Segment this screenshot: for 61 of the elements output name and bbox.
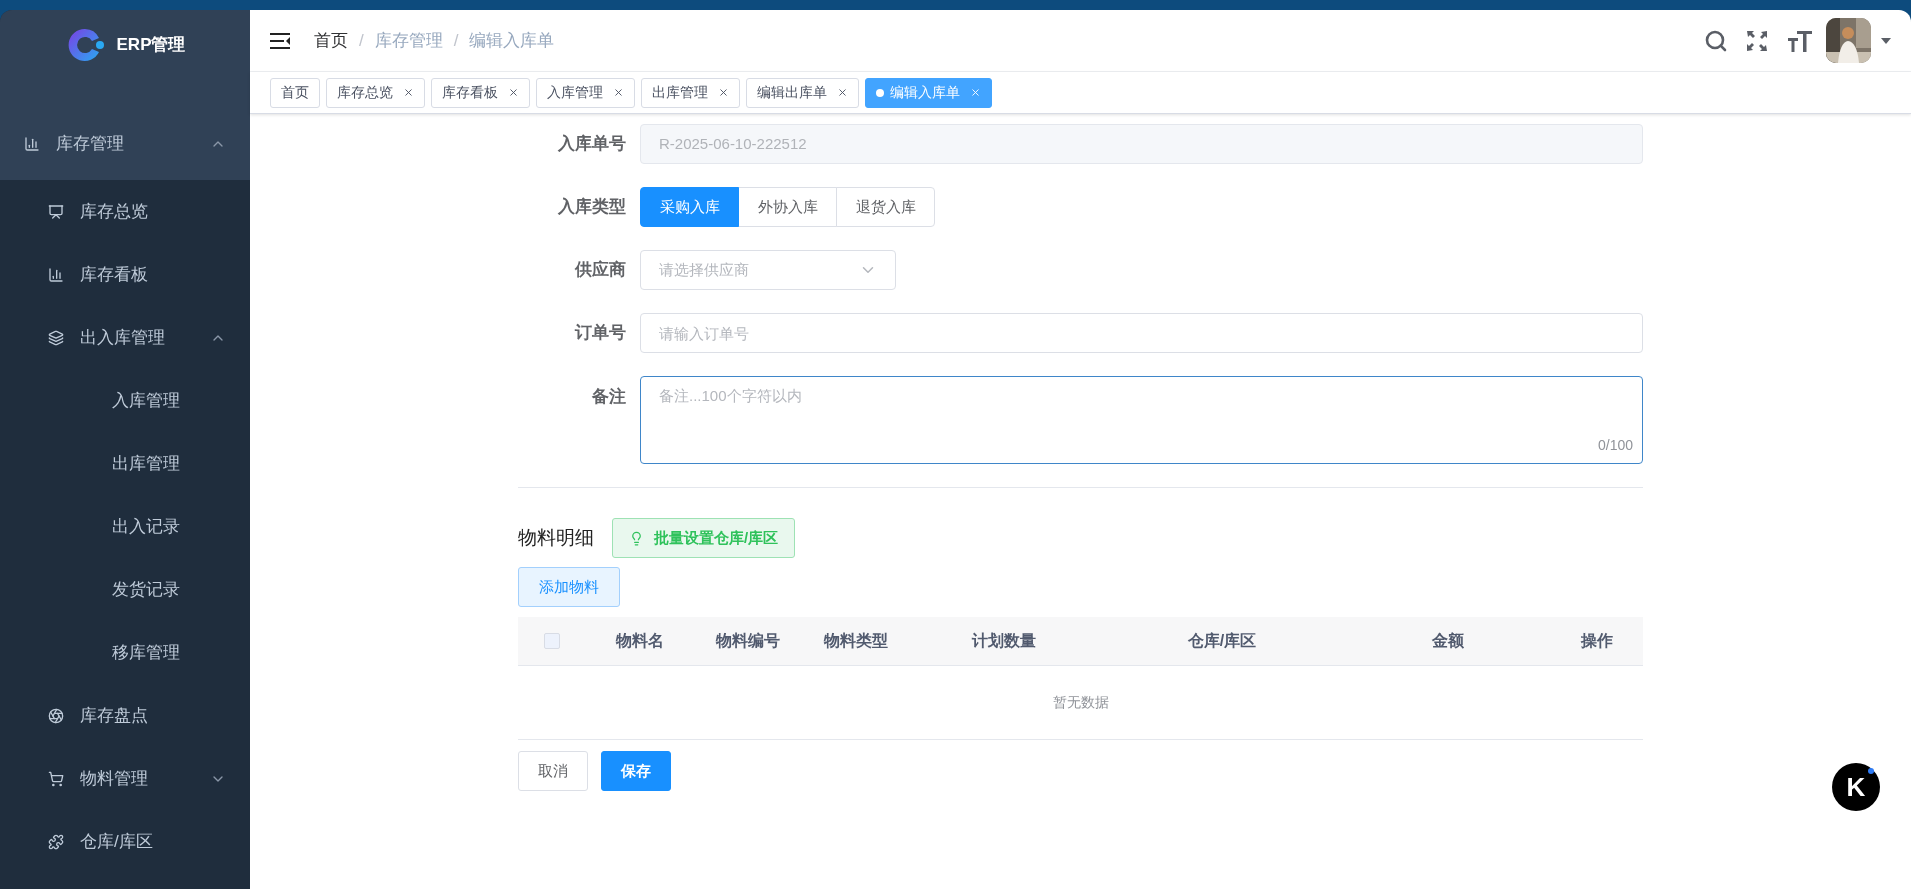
submenu-item[interactable]: 入库管理 [0,369,250,432]
lightbulb-icon [629,530,644,546]
field-label: 订单号 [573,322,627,345]
tab[interactable]: 出库管理 [641,77,740,108]
search-icon[interactable] [1704,28,1728,53]
close-icon[interactable] [403,87,414,98]
submenu-item[interactable]: 出库管理 [0,432,250,495]
menu-group[interactable]: 库存管理 [0,108,250,180]
column-header: 金额 [1432,631,1464,651]
bar-chart-icon [24,136,40,152]
menu-item[interactable]: 物料管理 [0,747,250,810]
column-header: 物料编号 [716,631,780,651]
section-title: 物料明细 [518,525,594,550]
bar-chart-icon [48,266,64,283]
empty-text: 暂无数据 [1052,693,1109,712]
breadcrumb-item[interactable]: 首页 [314,27,348,54]
menu-item[interactable]: 库存看板 [0,243,250,306]
checkbox[interactable] [544,633,560,649]
close-icon[interactable] [837,87,848,98]
submenu-item[interactable]: 发货记录 [0,558,250,621]
menu-item[interactable]: 仓库/库区 [0,810,250,873]
column-header: 计划数量 [972,631,1036,651]
close-icon[interactable] [613,87,624,98]
tab[interactable]: 入库管理 [536,77,635,108]
field-label: 备注 [591,386,627,408]
field-label: 入库类型 [557,196,627,219]
column-header: 物料类型 [824,631,888,651]
breadcrumb-item: 编辑入库单 [469,29,555,52]
tab[interactable]: 首页 [270,77,320,108]
tab[interactable]: 编辑出库单 [746,77,859,108]
submenu-item[interactable]: 移库管理 [0,621,250,684]
breadcrumb-separator: / [453,29,459,52]
menu-item[interactable]: 出入库管理 [0,306,250,369]
layers-icon [48,329,64,346]
text-size-icon[interactable] [1788,29,1812,52]
radio-button[interactable]: 外协入库 [738,187,837,227]
menu-item[interactable]: 库存总览 [0,180,250,243]
close-icon[interactable] [718,87,729,98]
menu-item[interactable]: 库存盘点 [0,684,250,747]
cart-icon [48,770,64,787]
brand-name: ERP管理 [116,34,186,57]
radio-button[interactable]: 退货入库 [836,187,935,227]
cancel-button[interactable]: 取消 [518,751,588,791]
input-field[interactable]: 请输入订单号 [640,313,1643,353]
puzzle-icon [48,833,64,850]
menu-fold-icon[interactable] [270,31,292,50]
character-counter: 0/100 [1597,436,1633,455]
column-header: 物料名 [616,631,664,651]
aperture-icon [48,707,64,724]
monitor-chart-icon [48,203,64,220]
field-label: 入库单号 [557,133,627,156]
submenu-item[interactable]: 出入记录 [0,495,250,558]
fullscreen-icon[interactable] [1746,29,1768,52]
breadcrumb-separator: / [359,29,364,52]
column-header: 仓库/库区 [1187,631,1257,651]
column-header: 操作 [1580,631,1613,651]
field-label: 供应商 [574,259,627,282]
tab[interactable]: 库存看板 [431,77,530,108]
tab[interactable]: 库存总览 [326,77,425,108]
caret-icon[interactable] [1881,37,1891,44]
close-icon[interactable] [508,87,519,98]
